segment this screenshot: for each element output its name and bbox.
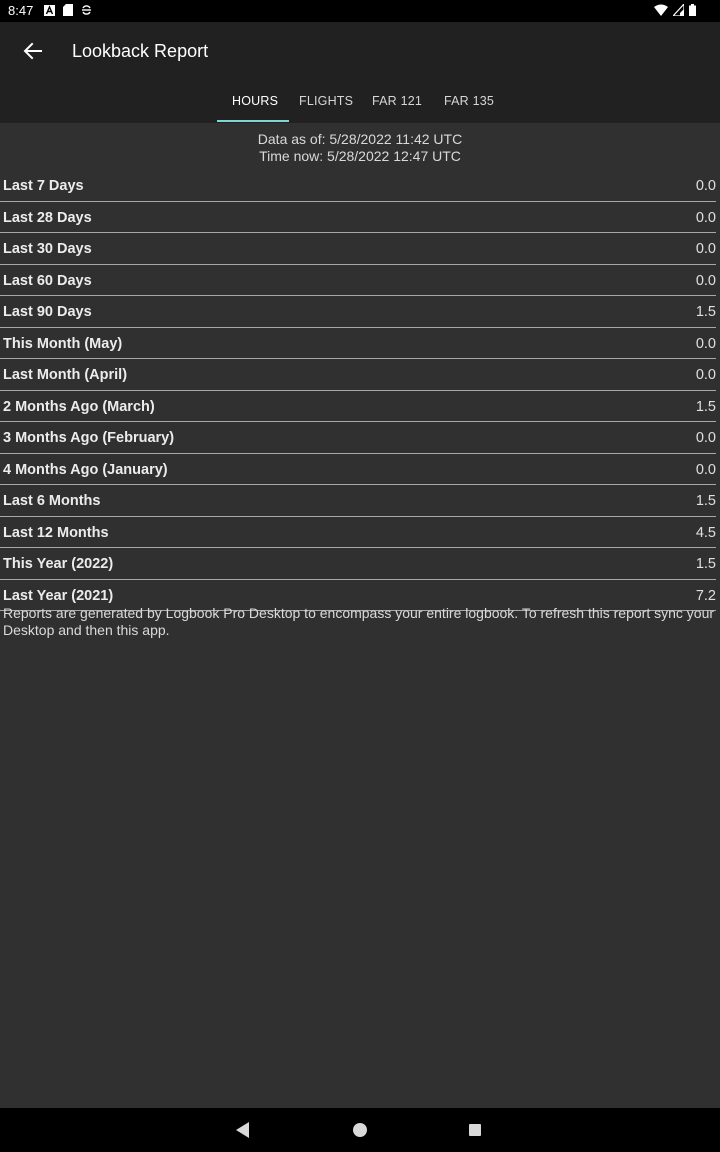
row-value: 0.0 (695, 430, 716, 446)
list-item: 2 Months Ago (March) 1.5 (0, 391, 716, 422)
row-value: 1.5 (695, 398, 716, 415)
row-value: 1.5 (695, 493, 716, 509)
lookback-list: Last 7 Days 0.0 Last 28 Days 0.0 Last 30 D… (0, 170, 720, 611)
tab-flights[interactable]: FLIGHTS (299, 94, 353, 108)
list-item: 4 Months Ago (January) 0.0 (0, 454, 716, 485)
row-label: Last 30 Days (3, 241, 92, 257)
app-bar: Lookback Report (0, 22, 720, 80)
row-value: 0.0 (695, 367, 716, 383)
arrow-left-icon[interactable] (20, 38, 46, 64)
list-item: Last 60 Days 0.0 (0, 265, 716, 296)
row-value: 0.0 (695, 241, 716, 257)
a-box-icon (44, 4, 55, 19)
row-label: Last 6 Months (3, 493, 101, 509)
tab-far-135[interactable]: FAR 135 (444, 94, 494, 108)
sd-card-icon (63, 4, 73, 19)
row-label: 2 Months Ago (March) (3, 398, 155, 415)
list-item: Last 30 Days 0.0 (0, 233, 716, 265)
report-meta: Data as of: 5/28/2022 11:42 UTC Time now… (0, 131, 720, 165)
row-label: Last 60 Days (3, 272, 92, 289)
nav-recents-icon[interactable] (469, 1124, 481, 1136)
row-value: 0.0 (695, 461, 716, 478)
row-label: This Year (2022) (3, 556, 114, 572)
row-label: Last Month (April) (3, 367, 128, 383)
row-value: 1.5 (695, 304, 716, 320)
nav-back-icon[interactable] (236, 1122, 250, 1143)
row-value: 7.2 (695, 587, 716, 604)
list-item: This Month (May) 0.0 (0, 328, 716, 359)
row-label: Last 12 Months (3, 524, 109, 541)
system-nav-bar (0, 1108, 720, 1152)
data-as-of: Data as of: 5/28/2022 11:42 UTC (257, 131, 463, 147)
time-now: Time now: 5/28/2022 12:47 UTC (259, 148, 461, 164)
sync-icon (81, 4, 92, 19)
list-item: Last 12 Months 4.5 (0, 517, 716, 548)
tab-hours[interactable]: HOURS (232, 94, 278, 108)
list-item: Last Month (April) 0.0 (0, 359, 716, 391)
row-label: Last Year (2021) (3, 587, 114, 604)
status-time: 8:47 (8, 3, 34, 18)
list-item: This Year (2022) 1.5 (0, 548, 716, 580)
row-label: This Month (May) (3, 335, 123, 352)
list-item: Last 28 Days 0.0 (0, 202, 716, 233)
row-label: Last 90 Days (3, 304, 92, 320)
list-item: Last 6 Months 1.5 (0, 485, 716, 517)
list-item: Last 90 Days 1.5 (0, 296, 716, 328)
report-note: Reports are generated by Logbook Pro Des… (3, 605, 715, 638)
row-label: Last 28 Days (3, 209, 92, 226)
row-label: 3 Months Ago (February) (3, 430, 175, 446)
row-value: 0.0 (695, 335, 716, 352)
battery-icon (689, 4, 696, 19)
tab-far-121[interactable]: FAR 121 (372, 94, 422, 108)
row-value: 1.5 (695, 556, 716, 572)
active-tab-indicator (217, 120, 289, 122)
wifi-icon (654, 4, 668, 19)
row-value: 0.0 (695, 209, 716, 226)
list-item: Last 7 Days 0.0 (0, 170, 716, 202)
row-value: 4.5 (695, 524, 716, 541)
nav-home-icon[interactable] (353, 1123, 367, 1137)
row-value: 0.0 (695, 178, 716, 194)
row-label: 4 Months Ago (January) (3, 461, 168, 478)
list-item: 3 Months Ago (February) 0.0 (0, 422, 716, 454)
tab-bar: HOURS FLIGHTS FAR 121 FAR 135 (0, 80, 720, 123)
page-title: Lookback Report (72, 41, 209, 61)
row-value: 0.0 (695, 272, 716, 289)
signal-icon (671, 2, 685, 19)
status-bar: 8:47 (0, 0, 720, 22)
row-label: Last 7 Days (3, 178, 84, 194)
